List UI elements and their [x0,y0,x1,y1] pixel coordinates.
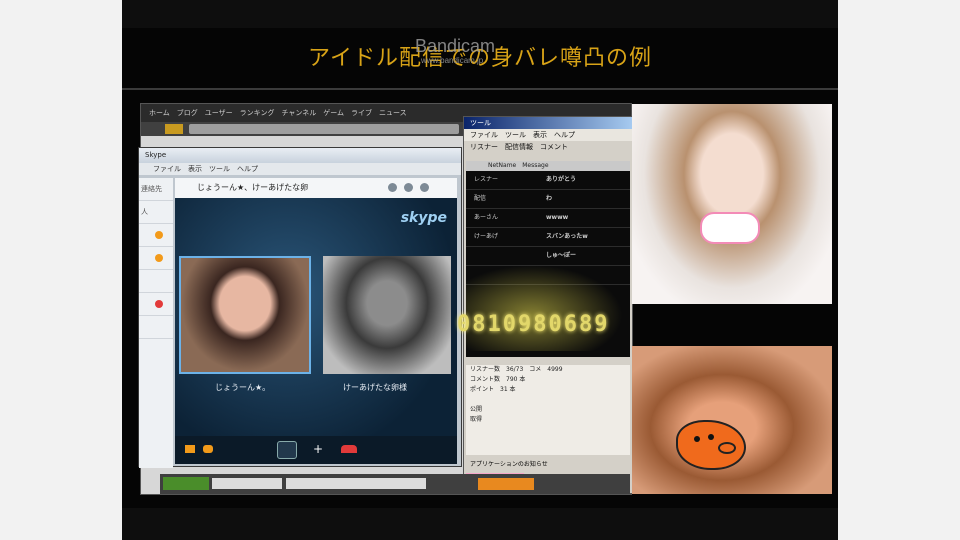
tool-menu-bar[interactable]: ファイル ツール 表示 ヘルプ [464,129,632,141]
toolbar-field[interactable] [212,478,282,489]
toolbar-search-field[interactable] [286,478,426,489]
chat-icon[interactable] [203,445,213,453]
recorder-watermark-url: www.bandicam.jp [421,56,484,65]
caller-name-right: けーあげたな卵様 [343,383,407,392]
caller-name-left: じょうーん★。 [215,383,271,392]
face-cover-sticker [676,420,746,470]
list-item[interactable]: けーあげ スバンあったw [466,228,630,247]
skype-logo: skype [400,210,447,226]
call-title: じょうーん★、けーあげたな卵 [197,183,309,192]
add-button[interactable]: + [313,442,323,456]
stat-line [466,395,630,405]
video-toggle-icon[interactable] [185,445,195,453]
tool-title-bar: ツール [464,117,632,129]
video-feed-remote [323,256,451,374]
orange-button[interactable] [478,478,534,490]
stat-line[interactable]: 取得 [466,415,630,425]
call-header: じょうーん★、けーあげたな卵 [175,178,457,198]
end-call-button[interactable] [341,445,357,453]
call-info-icon[interactable] [388,183,397,192]
recorder-watermark: Bandicam [415,36,496,56]
webcam-photo-top [632,104,832,304]
call-controls: + [175,436,457,464]
footer-text: アプリケーションのお知らせ [470,461,548,468]
list-item[interactable]: 配信わ [466,190,630,209]
sidebar-item[interactable] [139,224,173,247]
status-dot-icon [155,254,163,262]
webcam-photo-bottom [632,346,832,494]
stat-line[interactable]: 公開 [466,405,630,415]
stat-line: ポイント 31 本 [470,386,516,393]
notification-badge-icon [155,300,163,308]
sticker-eye-icon [708,434,714,440]
face-mask-sticker [700,212,760,244]
address-input[interactable] [189,124,459,134]
call-panel: じょうーん★、けーあげたな卵 skype じょうーん★。 けーあげたな卵様 + [175,178,457,464]
sidebar-item[interactable]: 人 [139,201,173,224]
video-feed-self [179,256,311,374]
list-header: NetName Message [466,161,630,171]
skype-contact-sidebar: 連絡先 人 [139,178,173,468]
add-participant-icon[interactable] [420,183,429,192]
letterbox-left [0,0,122,540]
sidebar-item[interactable] [139,247,173,270]
stats-panel: リスナー数 36/73 コメ 4999 コメント数 790 本 ポイント 31 … [466,365,630,455]
sidebar-item[interactable]: 連絡先 [139,178,173,201]
browser-tab-chip[interactable] [165,124,183,134]
overlay-glow [466,261,630,351]
title-divider [122,88,838,90]
sticker-eye-icon [694,436,700,442]
microphone-button[interactable] [277,441,297,459]
green-button[interactable] [163,477,209,490]
letterbox-right [838,0,960,540]
sidebar-item[interactable] [139,270,173,293]
sidebar-item[interactable] [139,293,173,316]
skype-title-bar: Skype [139,148,461,163]
status-dot-icon [155,231,163,239]
list-item[interactable]: あーさん wwww [466,209,630,228]
overlay-number: 0810980689 [457,312,610,337]
stat-line: リスナー数 36/73 コメ 4999 [470,366,563,373]
broadcast-tool-window: ツール ファイル ツール 表示 ヘルプ リスナー 配信情報 コメント NetNa… [463,116,633,494]
sidebar-item[interactable] [139,316,173,339]
skype-window: Skype ファイル 表示 ツール ヘルプ 連絡先 人 じょうーん★、けーあげた… [138,147,462,468]
call-settings-icon[interactable] [404,183,413,192]
stat-line: コメント数 790 本 [470,376,526,383]
bottom-toolbar [160,474,630,494]
skype-menu-bar[interactable]: ファイル 表示 ツール ヘルプ [139,163,461,175]
tool-tabs[interactable]: リスナー 配信情報 コメント [464,141,632,153]
list-item[interactable]: レスナー ありがとう [466,171,630,190]
